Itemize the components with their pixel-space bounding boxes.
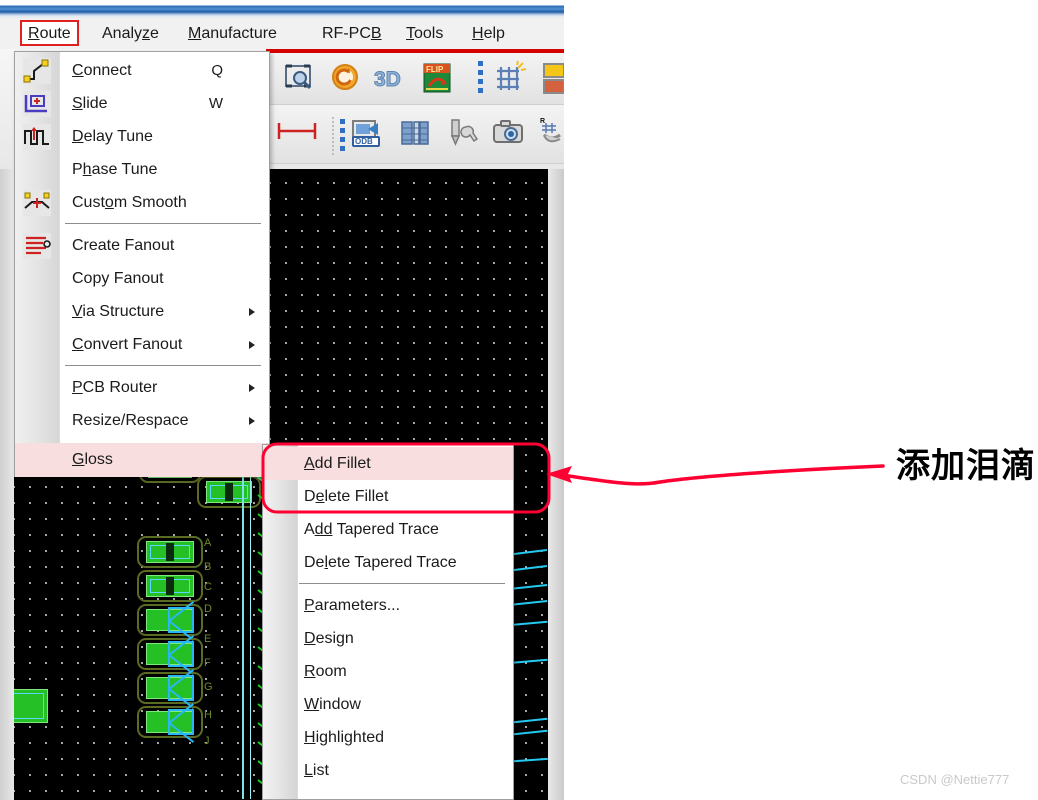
svg-text:FLIP: FLIP — [426, 65, 444, 74]
odb-toolbar-dots — [340, 119, 345, 155]
measure-icon[interactable] — [276, 119, 317, 155]
menu-item-accel: W — [208, 95, 223, 112]
pcb-pad — [197, 476, 261, 508]
pcb-pad — [8, 689, 48, 723]
menu-item-gloss[interactable]: Gloss — [15, 443, 269, 477]
submenu-item-label: Delete Fillet — [304, 488, 389, 505]
menu-item-pcb-router[interactable]: PCB Router — [15, 371, 269, 404]
menu-item-slide[interactable]: Slide W — [15, 87, 269, 120]
undo-icon[interactable] — [328, 61, 366, 97]
layer-color-icon[interactable] — [542, 61, 564, 97]
menu-item-accel: Q — [211, 62, 223, 79]
submenu-item-label: Room — [304, 663, 347, 680]
gloss-submenu[interactable]: Add Fillet Delete Fillet Add Tapered Tra… — [262, 444, 514, 800]
pcb-pad — [137, 672, 203, 704]
annotation-label: 添加泪滴 — [896, 446, 1036, 486]
menu-item-label: PCB Router — [72, 379, 158, 396]
camera-snapshot-icon[interactable] — [492, 117, 530, 153]
pcb-right-scrollbar[interactable] — [548, 169, 564, 800]
pcb-left-gutter — [0, 169, 14, 800]
menu-item-resize-respace[interactable]: Resize/Respace — [15, 404, 269, 437]
menu-item-label: Resize/Respace — [72, 412, 189, 429]
toolbar-row-secondary: ODB R — [266, 105, 564, 164]
application-window: Route Analyze Manufacture RF-PCB Tools H… — [0, 0, 564, 800]
layer-stack-icon[interactable] — [398, 117, 436, 153]
title-bar — [0, 0, 564, 19]
menu-item-label: Phase Tune — [72, 161, 158, 178]
pcb-pad — [137, 706, 203, 738]
submenu-item-delete-fillet[interactable]: Delete Fillet — [263, 480, 513, 513]
submenu-item-label: Add Fillet — [304, 455, 371, 472]
submenu-separator — [299, 583, 505, 584]
svg-text:ODB: ODB — [355, 137, 373, 146]
svg-text:3D: 3D — [374, 68, 401, 91]
menu-item-label: Delay Tune — [72, 128, 153, 145]
submenu-item-label: Add Tapered Trace — [304, 521, 439, 538]
menu-item-label: Custom Smooth — [72, 194, 187, 211]
pcb-pad — [137, 604, 203, 636]
submenu-item-highlighted[interactable]: Highlighted — [263, 721, 513, 754]
chevron-right-icon — [249, 341, 255, 349]
menu-item-label: Slide — [72, 95, 108, 112]
report-icon[interactable]: R — [538, 115, 564, 151]
pcb-pad — [137, 536, 203, 568]
menu-separator — [65, 223, 261, 224]
menu-item-copy-fanout[interactable]: Copy Fanout — [15, 262, 269, 295]
submenu-item-add-fillet[interactable]: Add Fillet — [263, 447, 513, 480]
menubar-item-tools[interactable]: Tools — [400, 19, 449, 49]
menu-item-label: Via Structure — [72, 303, 165, 320]
submenu-item-parameters[interactable]: Parameters... — [263, 589, 513, 622]
submenu-item-label: Parameters... — [304, 597, 401, 614]
3d-view-icon[interactable]: 3D — [372, 61, 410, 97]
menu-item-connect[interactable]: Connect Q — [15, 54, 269, 87]
zoom-fit-icon[interactable] — [282, 61, 320, 97]
menu-bar: Route Analyze Manufacture RF-PCB Tools H… — [0, 19, 564, 50]
menubar-item-manufacture[interactable]: Manufacture — [182, 19, 283, 49]
menu-item-phase-tune[interactable]: Phase Tune — [15, 153, 269, 186]
menubar-item-rf-pcb[interactable]: RF-PCB — [316, 19, 388, 49]
menu-item-label: Gloss — [72, 451, 113, 468]
menu-item-via-structure[interactable]: Via Structure — [15, 295, 269, 328]
grid-icon[interactable] — [490, 61, 528, 97]
menubar-item-route[interactable]: Route — [20, 20, 79, 46]
pcb-pad — [137, 570, 203, 602]
submenu-item-label: List — [304, 762, 329, 779]
pcb-pad — [137, 638, 203, 670]
annotation-leader-line — [554, 464, 885, 486]
grid-toolbar-dots — [478, 61, 483, 97]
drill-tool-icon[interactable] — [444, 117, 482, 153]
menu-item-label: Connect — [72, 62, 132, 79]
submenu-item-window[interactable]: Window — [263, 688, 513, 721]
svg-text:R: R — [540, 118, 545, 125]
watermark-text: CSDN @Nettie777 — [900, 772, 1010, 787]
submenu-item-label: Design — [304, 630, 354, 647]
menu-separator — [65, 365, 261, 366]
menubar-item-help[interactable]: Help — [466, 19, 511, 49]
menu-item-delay-tune[interactable]: Delay Tune — [15, 120, 269, 153]
submenu-item-label: Highlighted — [304, 729, 385, 746]
menu-item-create-fanout[interactable]: Create Fanout — [15, 229, 269, 262]
submenu-item-room[interactable]: Room — [263, 655, 513, 688]
chevron-right-icon — [249, 384, 255, 392]
submenu-item-label: Window — [304, 696, 361, 713]
menubar-item-analyze[interactable]: Analyze — [96, 19, 165, 49]
menu-item-label: Copy Fanout — [72, 270, 164, 287]
submenu-item-delete-tapered-trace[interactable]: Delete Tapered Trace — [263, 546, 513, 579]
chevron-right-icon — [249, 417, 255, 425]
submenu-item-design[interactable]: Design — [263, 622, 513, 655]
toolbar-row-primary: 3D FLIP — [266, 53, 564, 105]
toolbar-separator — [332, 117, 334, 157]
chevron-right-icon — [249, 308, 255, 316]
submenu-item-label: Delete Tapered Trace — [304, 554, 457, 571]
submenu-item-list[interactable]: List — [263, 754, 513, 787]
menu-item-label: Convert Fanout — [72, 336, 183, 353]
flip-design-icon[interactable]: FLIP — [420, 61, 458, 97]
submenu-item-add-tapered-trace[interactable]: Add Tapered Trace — [263, 513, 513, 546]
odb-export-icon[interactable]: ODB — [350, 117, 388, 153]
menu-item-label: Create Fanout — [72, 237, 175, 254]
menu-item-convert-fanout[interactable]: Convert Fanout — [15, 328, 269, 361]
route-dropdown-menu[interactable]: Connect Q Slide W Delay Tune Phase Tune … — [14, 51, 270, 477]
menu-item-custom-smooth[interactable]: Custom Smooth — [15, 186, 269, 219]
